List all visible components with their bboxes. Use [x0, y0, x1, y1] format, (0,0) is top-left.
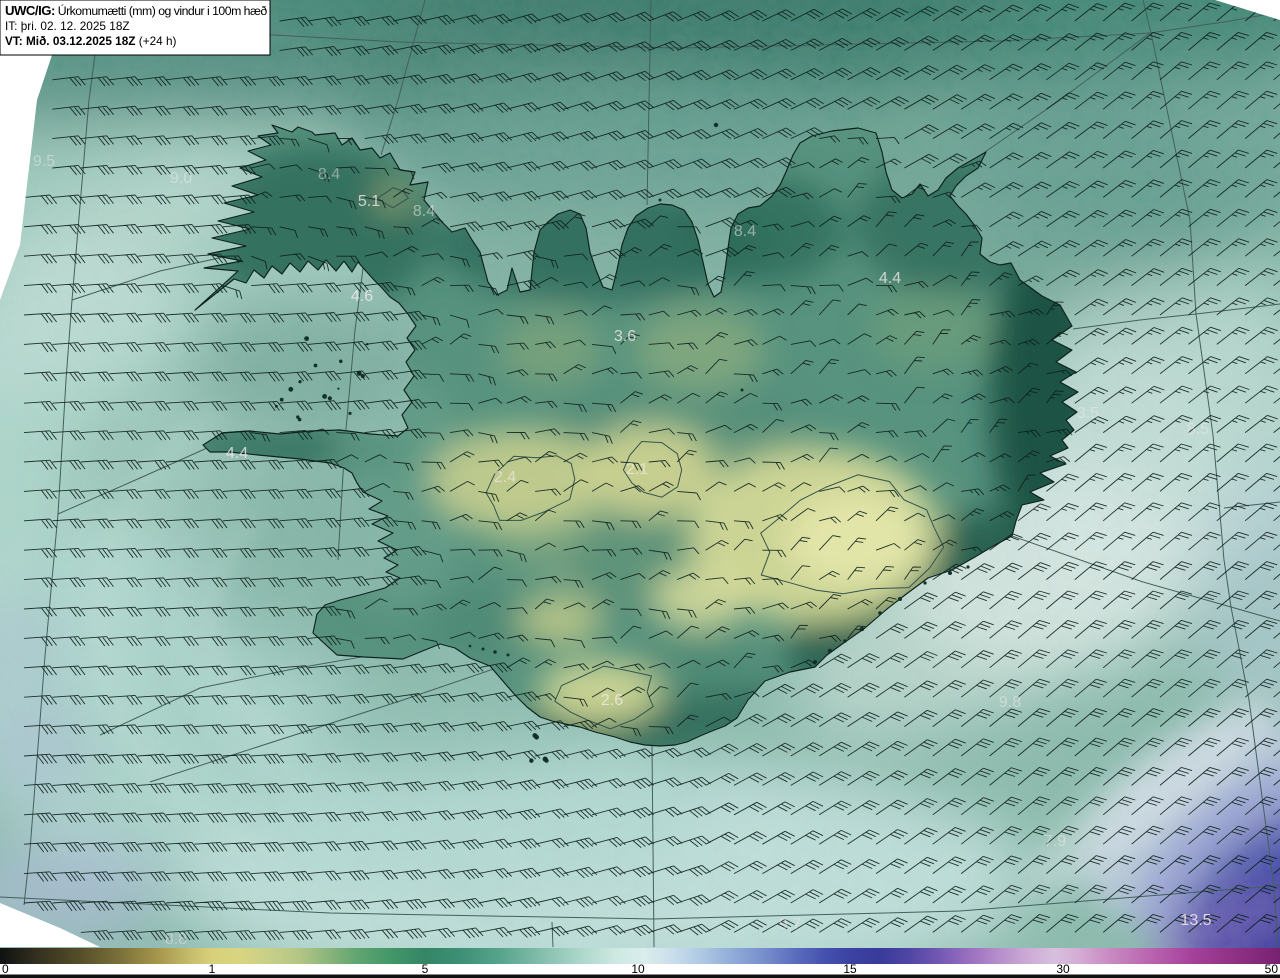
svg-text:8.4: 8.4: [318, 166, 340, 183]
svg-text:8.4: 8.4: [413, 203, 435, 220]
svg-text:10: 10: [631, 962, 645, 976]
svg-text:15: 15: [843, 962, 857, 976]
svg-text:7.9: 7.9: [1044, 833, 1066, 850]
svg-text:UWC/IG: Úrkomumætti (mm) og vi: UWC/IG: Úrkomumætti (mm) og vindur i 100…: [5, 3, 267, 18]
svg-text:50: 50: [1265, 962, 1279, 976]
svg-text:0: 0: [2, 962, 9, 976]
svg-text:5: 5: [422, 962, 429, 976]
svg-text:8.8: 8.8: [165, 931, 187, 948]
svg-text:2.1: 2.1: [626, 461, 648, 478]
svg-text:VT: Mið. 03.12.2025 18Z (+24 h: VT: Mið. 03.12.2025 18Z (+24 h): [5, 34, 177, 48]
svg-text:3.5: 3.5: [1077, 405, 1099, 422]
svg-text:4.4: 4.4: [879, 270, 901, 287]
svg-text:4.4: 4.4: [226, 445, 248, 462]
svg-text:8.5: 8.5: [1187, 421, 1209, 438]
svg-text:9.0: 9.0: [170, 170, 192, 187]
svg-text:2.6: 2.6: [601, 692, 623, 709]
svg-text:IT: þri. 02. 12. 2025 18Z: IT: þri. 02. 12. 2025 18Z: [5, 19, 130, 33]
svg-text:13.5: 13.5: [1180, 912, 1211, 929]
svg-text:4.6: 4.6: [351, 288, 373, 305]
svg-text:30: 30: [1056, 962, 1070, 976]
svg-text:8.4: 8.4: [734, 223, 756, 240]
svg-text:3.6: 3.6: [614, 328, 636, 345]
svg-text:5.1: 5.1: [358, 193, 380, 210]
svg-text:9.5: 9.5: [33, 153, 55, 170]
svg-text:9.8: 9.8: [999, 694, 1021, 711]
svg-text:2.4: 2.4: [494, 469, 516, 486]
svg-text:9.7: 9.7: [779, 916, 801, 933]
svg-text:1: 1: [209, 962, 216, 976]
